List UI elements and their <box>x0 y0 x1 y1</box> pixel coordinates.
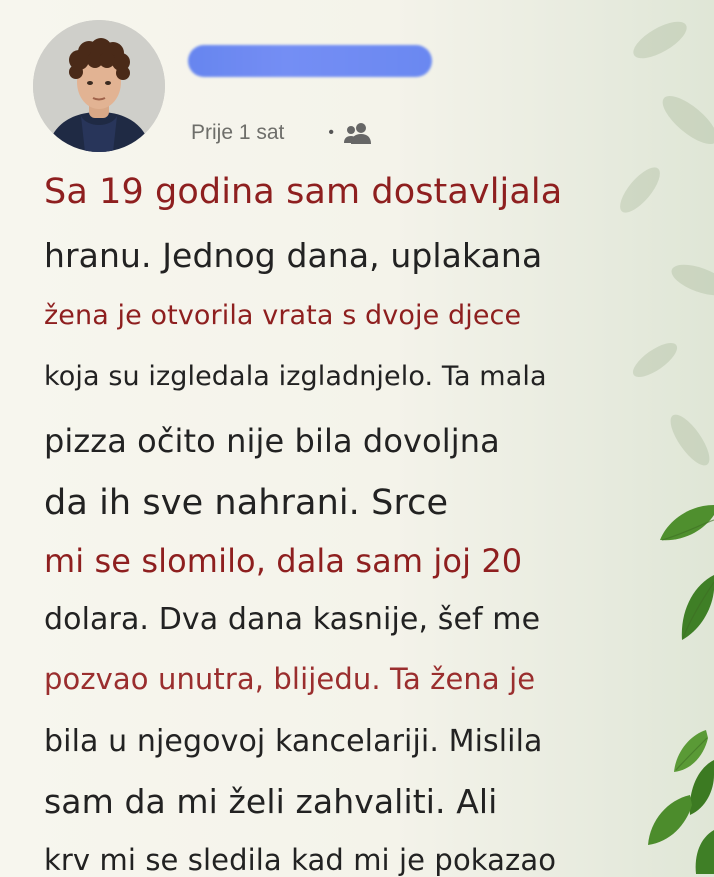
post-line-2: hranu. Jednog dana, uplakana <box>44 236 543 275</box>
post-line-11: sam da mi želi zahvaliti. Ali <box>44 782 498 821</box>
post-line-9: pozvao unutra, blijedu. Ta žena je <box>44 662 536 696</box>
social-post: Prije 1 sat • Sa 19 godina sam dostavlja… <box>0 0 714 877</box>
post-line-6: da ih sve nahrani. Srce <box>44 483 449 523</box>
meta-separator: • <box>328 124 334 141</box>
post-line-12: krv mi se sledila kad mi je pokazao <box>44 843 557 877</box>
post-line-1: Sa 19 godina sam dostavljala <box>44 172 563 212</box>
post-line-8: dolara. Dva dana kasnije, šef me <box>44 602 541 637</box>
post-line-7: mi se slomilo, dala sam joj 20 <box>44 542 523 580</box>
post-meta: Prije 1 sat • <box>191 118 372 148</box>
avatar-portrait-icon <box>33 20 165 152</box>
post-line-4: koja su izgledala izgladnjelo. Ta mala <box>44 361 547 392</box>
author-name-redacted[interactable] <box>188 45 432 77</box>
avatar[interactable] <box>33 20 165 152</box>
timestamp[interactable]: Prije 1 sat <box>191 121 284 145</box>
people-icon[interactable] <box>343 122 372 144</box>
post-line-3: žena je otvorila vrata s dvoje djece <box>44 300 522 331</box>
post-line-5: pizza očito nije bila dovoljna <box>44 422 500 460</box>
post-line-10: bila u njegovoj kancelariji. Mislila <box>44 724 543 759</box>
